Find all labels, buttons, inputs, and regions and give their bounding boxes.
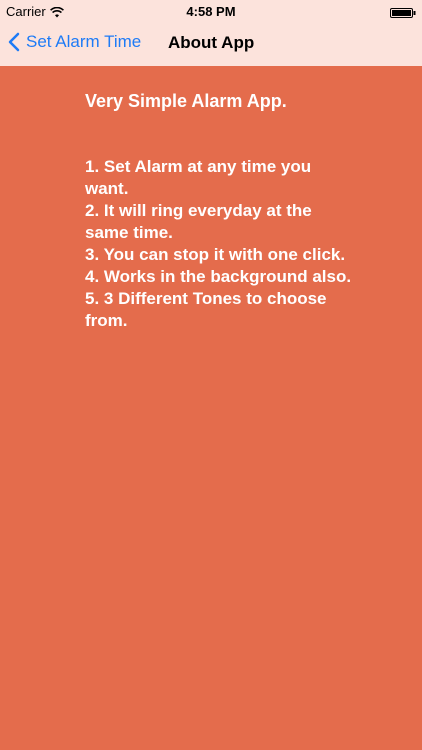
chevron-left-icon <box>8 32 20 52</box>
battery-icon <box>390 6 416 18</box>
feature-item: 5. 3 Different Tones to choose from. <box>85 289 327 330</box>
back-button-label: Set Alarm Time <box>26 32 142 51</box>
feature-list: 1. Set Alarm at any time you want. 2. It… <box>85 156 355 332</box>
back-button[interactable]: Set Alarm Time <box>8 32 141 52</box>
navigation-bar: Set Alarm Time About App <box>0 22 422 66</box>
feature-item: 1. Set Alarm at any time you want. <box>85 157 312 198</box>
status-time: 4:58 PM <box>186 4 236 19</box>
top-bar: Carrier 4:58 PM Set Alarm Time About App <box>0 0 422 66</box>
page-title: About App <box>168 33 255 52</box>
feature-item: 3. You can stop it with one click. <box>85 245 346 264</box>
feature-item: 2. It will ring everyday at the same tim… <box>85 201 312 242</box>
app-heading: Very Simple Alarm App. <box>85 91 287 111</box>
feature-item: 4. Works in the background also. <box>85 267 352 286</box>
status-bar: Carrier 4:58 PM <box>0 0 422 22</box>
about-content: Very Simple Alarm App. 1. Set Alarm at a… <box>85 90 355 332</box>
screen: Carrier 4:58 PM Set Alarm Time About App… <box>0 0 422 750</box>
